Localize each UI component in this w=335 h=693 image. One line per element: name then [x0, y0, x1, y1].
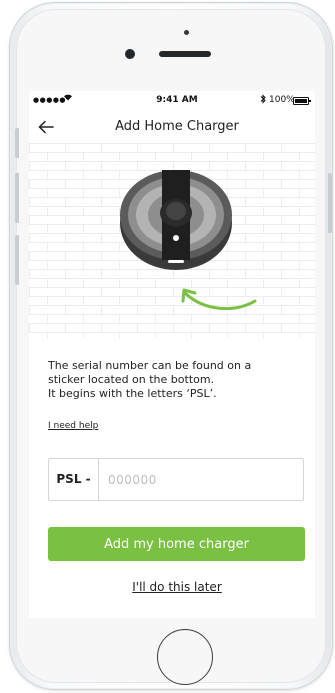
battery-percentage: 100%: [269, 95, 295, 105]
instructions-line: The serial number can be found on a: [48, 359, 252, 372]
charger-illustration: [29, 143, 315, 338]
volume-up-button: [15, 173, 19, 223]
status-bar: ●●●●● 9:41 AM 100%: [29, 91, 315, 111]
home-button[interactable]: [157, 629, 213, 685]
bluetooth-icon: [260, 94, 266, 107]
add-home-charger-button[interactable]: Add my home charger: [48, 527, 305, 561]
front-camera: [125, 49, 135, 59]
page-title: Add Home Charger: [115, 119, 239, 134]
volume-down-button: [15, 235, 19, 285]
do-this-later-link[interactable]: I'll do this later: [29, 580, 315, 594]
serial-number-input[interactable]: [99, 459, 308, 500]
serial-prefix-label: PSL -: [49, 459, 99, 500]
instructions-text: The serial number can be found on a stic…: [48, 359, 308, 401]
battery-icon: [293, 97, 311, 105]
serial-number-field: PSL -: [48, 458, 308, 501]
instructions-line: sticker located on the bottom.: [48, 373, 215, 386]
app-screen: ●●●●● 9:41 AM 100% Add Home Charger The …: [29, 91, 315, 618]
help-link[interactable]: I need help: [48, 421, 98, 431]
proximity-sensor: [184, 30, 189, 35]
navigation-bar: Add Home Charger: [29, 111, 315, 143]
brick-wall-background: [29, 143, 315, 338]
instructions-line: It begins with the letters ‘PSL’.: [48, 387, 217, 400]
power-button: [328, 173, 332, 233]
charger-bottom-icon: [120, 170, 232, 270]
earpiece-speaker: [159, 51, 211, 57]
mute-switch: [15, 128, 19, 158]
